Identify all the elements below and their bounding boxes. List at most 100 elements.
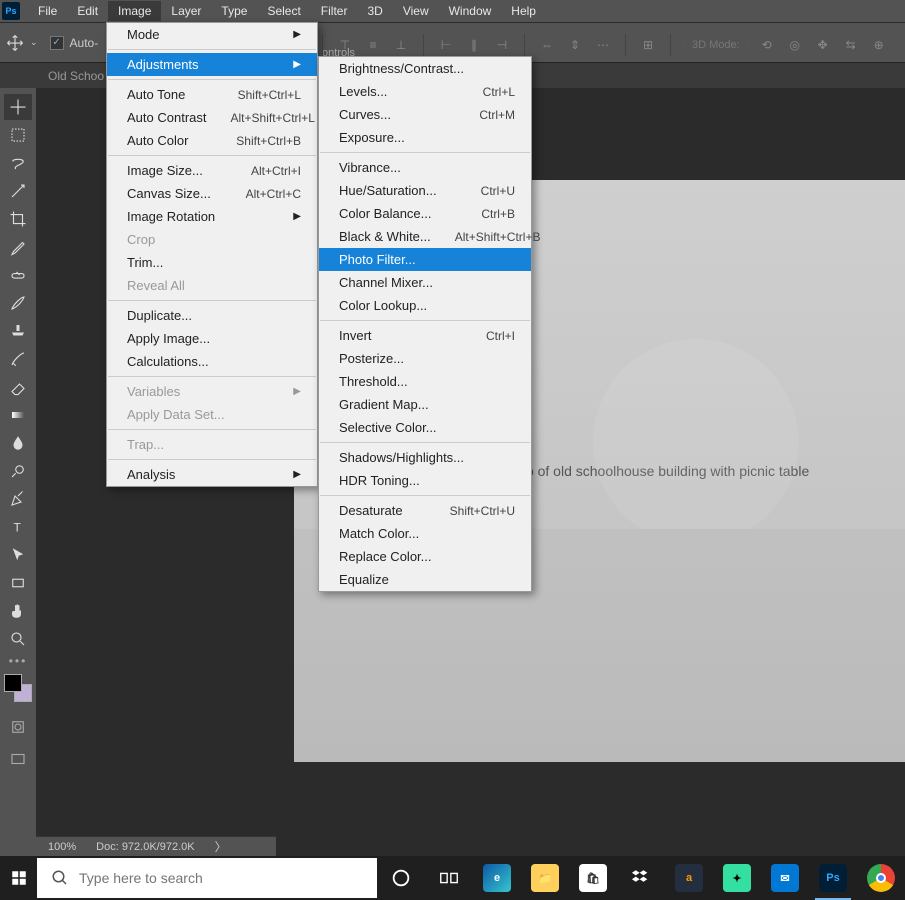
adjustments-menu-item[interactable]: Hue/Saturation...Ctrl+U xyxy=(319,179,531,202)
adjustments-menu-item[interactable]: Match Color... xyxy=(319,522,531,545)
image-menu-item[interactable]: Canvas Size...Alt+Ctrl+C xyxy=(107,182,317,205)
lasso-tool[interactable] xyxy=(4,150,32,176)
clone-stamp-tool[interactable] xyxy=(4,318,32,344)
zoom-tool[interactable] xyxy=(4,626,32,652)
3d-zoom-icon[interactable]: ⊕ xyxy=(869,35,889,55)
adjustments-menu-item[interactable]: HDR Toning... xyxy=(319,469,531,492)
3d-roll-icon[interactable]: ◎ xyxy=(785,35,805,55)
3d-orbit-icon[interactable]: ⟲ xyxy=(757,35,777,55)
eraser-tool[interactable] xyxy=(4,374,32,400)
image-menu-item[interactable]: Adjustments▶ xyxy=(107,53,317,76)
path-selection-tool[interactable] xyxy=(4,542,32,568)
3d-pan-icon[interactable]: ✥ xyxy=(813,35,833,55)
photoshop-taskbar-icon[interactable]: Ps xyxy=(809,856,857,900)
adjustments-menu-item[interactable]: Equalize xyxy=(319,568,531,591)
adjustments-menu-item[interactable]: Color Balance...Ctrl+B xyxy=(319,202,531,225)
adjustments-menu-item[interactable]: Exposure... xyxy=(319,126,531,149)
dropbox-icon[interactable] xyxy=(617,856,665,900)
status-flyout-icon[interactable]: 〉 xyxy=(215,838,227,855)
adjustments-menu-item[interactable]: Channel Mixer... xyxy=(319,271,531,294)
file-explorer-icon[interactable]: 📁 xyxy=(521,856,569,900)
adjustments-menu-item[interactable]: Curves...Ctrl+M xyxy=(319,103,531,126)
image-menu-item[interactable]: Calculations... xyxy=(107,350,317,373)
more-align-icon[interactable]: ⋯ xyxy=(593,35,613,55)
type-tool[interactable]: T xyxy=(4,514,32,540)
amazon-icon[interactable]: a xyxy=(665,856,713,900)
history-brush-tool[interactable] xyxy=(4,346,32,372)
adjustments-menu-item[interactable]: Shadows/Highlights... xyxy=(319,446,531,469)
dodge-tool[interactable] xyxy=(4,458,32,484)
adjustments-menu-item[interactable]: DesaturateShift+Ctrl+U xyxy=(319,499,531,522)
menu-help[interactable]: Help xyxy=(501,1,546,21)
image-menu-item[interactable]: Mode▶ xyxy=(107,23,317,46)
adjustments-menu-item[interactable]: Replace Color... xyxy=(319,545,531,568)
gradient-tool[interactable] xyxy=(4,402,32,428)
move-tool[interactable] xyxy=(4,94,32,120)
adjustments-menu-item[interactable]: Vibrance... xyxy=(319,156,531,179)
image-menu-item[interactable]: Auto ContrastAlt+Shift+Ctrl+L xyxy=(107,106,317,129)
doc-size[interactable]: Doc: 972.0K/972.0K xyxy=(96,841,194,853)
adjustments-menu-item[interactable]: Brightness/Contrast... xyxy=(319,57,531,80)
microsoft-store-icon[interactable]: 🛍 xyxy=(569,856,617,900)
menu-filter[interactable]: Filter xyxy=(311,1,358,21)
start-button[interactable] xyxy=(0,856,37,900)
foreground-color-swatch[interactable] xyxy=(4,674,22,692)
menu-image[interactable]: Image xyxy=(108,1,161,21)
adjustments-menu-item[interactable]: Gradient Map... xyxy=(319,393,531,416)
color-swatches[interactable] xyxy=(4,674,32,702)
menu-type[interactable]: Type xyxy=(211,1,257,21)
adjustments-menu-item[interactable]: Threshold... xyxy=(319,370,531,393)
cortana-icon[interactable] xyxy=(377,856,425,900)
edge-icon[interactable]: e xyxy=(473,856,521,900)
task-view-icon[interactable] xyxy=(425,856,473,900)
crop-tool[interactable] xyxy=(4,206,32,232)
menu-window[interactable]: Window xyxy=(439,1,502,21)
adjustments-menu-item[interactable]: Selective Color... xyxy=(319,416,531,439)
document-tab[interactable]: Old Schoo xyxy=(36,64,116,88)
auto-select-checkbox[interactable]: ✓ xyxy=(50,36,64,50)
align-top-icon[interactable]: ⊤ xyxy=(335,35,355,55)
distribute-h-icon[interactable]: ⇔ xyxy=(537,35,557,55)
menu-view[interactable]: View xyxy=(393,1,439,21)
mail-icon[interactable]: ✉ xyxy=(761,856,809,900)
menu-layer[interactable]: Layer xyxy=(161,1,211,21)
adjustments-menu-item[interactable]: Photo Filter... xyxy=(319,248,531,271)
align-left-icon[interactable]: ⊢ xyxy=(436,35,456,55)
adjustments-menu-item[interactable]: Color Lookup... xyxy=(319,294,531,317)
image-menu-item[interactable]: Trim... xyxy=(107,251,317,274)
pen-tool[interactable] xyxy=(4,486,32,512)
align-bottom-icon[interactable]: ⊥ xyxy=(391,35,411,55)
adjustments-menu-item[interactable]: InvertCtrl+I xyxy=(319,324,531,347)
adjustments-menu-item[interactable]: Posterize... xyxy=(319,347,531,370)
eyedropper-tool[interactable] xyxy=(4,234,32,260)
align-right-icon[interactable]: ⊣ xyxy=(492,35,512,55)
blur-tool[interactable] xyxy=(4,430,32,456)
adjustments-menu-item[interactable]: Levels...Ctrl+L xyxy=(319,80,531,103)
distribute-v-icon[interactable]: ⇕ xyxy=(565,35,585,55)
align-vcenter-icon[interactable]: ≡ xyxy=(363,35,383,55)
hand-tool[interactable] xyxy=(4,598,32,624)
magic-wand-tool[interactable] xyxy=(4,178,32,204)
image-menu-item[interactable]: Duplicate... xyxy=(107,304,317,327)
menu-3d[interactable]: 3D xyxy=(357,1,392,21)
marquee-tool[interactable] xyxy=(4,122,32,148)
image-menu-item[interactable]: Auto ToneShift+Ctrl+L xyxy=(107,83,317,106)
screen-mode-icon[interactable] xyxy=(4,746,32,772)
tool-preset-chevron-icon[interactable]: ⌄ xyxy=(30,37,38,48)
image-menu-item[interactable]: Auto ColorShift+Ctrl+B xyxy=(107,129,317,152)
zoom-level[interactable]: 100% xyxy=(48,841,76,853)
align-to-icon[interactable]: ⊞ xyxy=(638,35,658,55)
quick-mask-icon[interactable] xyxy=(4,714,32,740)
image-menu-item[interactable]: Image Rotation▶ xyxy=(107,205,317,228)
menu-file[interactable]: File xyxy=(28,1,67,21)
brush-tool[interactable] xyxy=(4,290,32,316)
search-input[interactable] xyxy=(79,870,363,886)
tripadvisor-icon[interactable]: ✦ xyxy=(713,856,761,900)
adjustments-menu-item[interactable]: Black & White...Alt+Shift+Ctrl+B xyxy=(319,225,531,248)
healing-brush-tool[interactable] xyxy=(4,262,32,288)
image-menu-item[interactable]: Apply Image... xyxy=(107,327,317,350)
chrome-icon[interactable] xyxy=(857,856,905,900)
align-hcenter-icon[interactable]: ∥ xyxy=(464,35,484,55)
rectangle-tool[interactable] xyxy=(4,570,32,596)
menu-select[interactable]: Select xyxy=(257,1,310,21)
